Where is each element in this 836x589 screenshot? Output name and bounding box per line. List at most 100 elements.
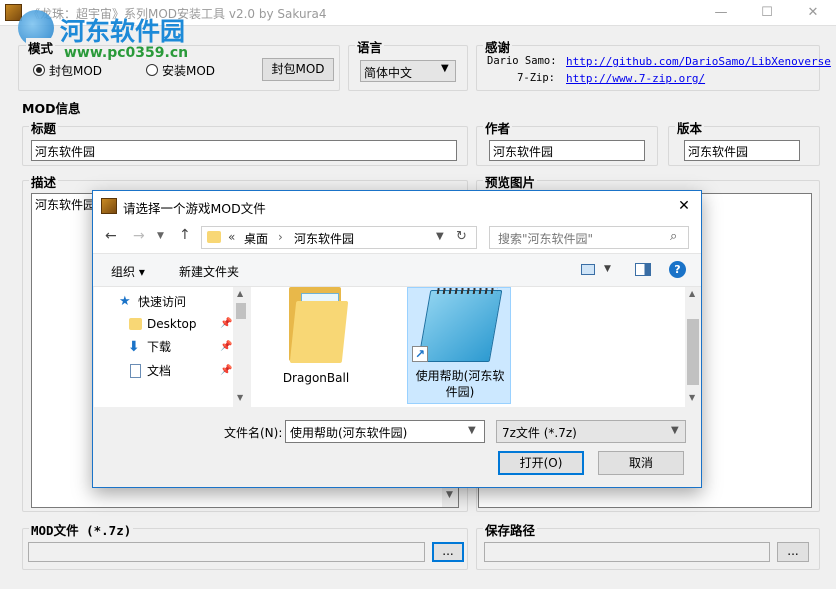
pack-mod-button[interactable]: 封包MOD (262, 58, 334, 81)
dialog-nav-bar: ← → ▼ ↑ « 桌面 › 河东软件园 ▼ ↻ 搜索"河东软件园" ⌕ (93, 221, 701, 253)
notepad-icon (417, 288, 503, 362)
radio-pack-mod-label: 封包MOD (49, 64, 103, 78)
dialog-close-button[interactable]: ✕ (665, 191, 703, 221)
author-label: 作者 (483, 118, 513, 137)
new-folder-button[interactable]: 新建文件夹 (179, 263, 239, 280)
view-chevron-icon[interactable]: ▼ (604, 264, 611, 274)
author-input[interactable]: 河东软件园 (489, 140, 645, 161)
file-item-shortcut[interactable]: ↗ 使用帮助(河东软件园) (407, 287, 511, 404)
credit-link-libxenoverse[interactable]: http://github.com/DarioSamo/LibXenoverse (566, 55, 831, 68)
save-path-browse-button[interactable]: ... (777, 542, 809, 562)
scroll-thumb[interactable] (236, 303, 246, 319)
credits-label: 感谢 (483, 37, 513, 56)
description-label: 描述 (29, 172, 59, 191)
forward-arrow-icon[interactable]: → (133, 228, 145, 244)
pin-icon: 📌 (220, 318, 233, 329)
chevron-down-icon[interactable]: ▼ (468, 425, 476, 436)
search-icon[interactable]: ⌕ (670, 229, 677, 244)
breadcrumb-prefix: « (228, 230, 236, 244)
preview-label: 预览图片 (483, 172, 538, 191)
scroll-down-icon: ▼ (689, 393, 696, 402)
file-list-pane: DragonBall ↗ 使用帮助(河东软件园) ▲ ▼ (251, 287, 701, 407)
radio-install-mod-label: 安装MOD (162, 64, 216, 78)
file-type-value: 7z文件 (*.7z) (502, 426, 577, 440)
address-chevron-icon[interactable]: ▼ (436, 231, 444, 242)
scroll-up-icon: ▲ (237, 289, 244, 298)
chevron-down-icon: ▼ (441, 63, 449, 74)
file-name: DragonBall (282, 371, 350, 385)
title-label: 标题 (29, 118, 59, 137)
scroll-down-icon: ▼ (237, 393, 244, 402)
document-icon (130, 364, 141, 378)
download-icon: ⬇ (128, 339, 140, 355)
navigation-pane: ★ 快速访问 Desktop 📌 ⬇ 下载 📌 文档 📌 图片 📌 ▲ ▼ (94, 287, 249, 407)
dialog-command-bar: 组织 ▾ 新建文件夹 ▼ ? (93, 253, 701, 287)
nav-item-label: 快速访问 (138, 295, 187, 309)
scroll-thumb[interactable] (687, 319, 699, 385)
title-input[interactable]: 河东软件园 (31, 140, 457, 161)
credit-link-7zip[interactable]: http://www.7-zip.org/ (566, 72, 705, 85)
dialog-title: 请选择一个游戏MOD文件 (123, 201, 266, 216)
mod-file-input[interactable] (28, 542, 425, 562)
file-type-select[interactable]: 7z文件 (*.7z) ▼ (496, 420, 686, 443)
version-input[interactable]: 河东软件园 (684, 140, 800, 161)
mod-file-browse-button[interactable]: ... (432, 542, 464, 562)
maximize-button[interactable]: ☐ (744, 0, 790, 26)
minimize-button[interactable]: — (698, 0, 744, 26)
breadcrumb-separator-icon: › (278, 230, 283, 244)
nav-item-label: 下载 (147, 340, 172, 354)
filename-value: 使用帮助(河东软件园) (290, 426, 408, 440)
dialog-app-icon (101, 198, 117, 214)
nav-item-label: Desktop (147, 317, 197, 331)
spiral-binding (436, 288, 498, 294)
filename-label: 文件名(N): (224, 426, 283, 440)
pin-icon: 📌 (220, 341, 233, 352)
mod-info-label: MOD信息 (22, 101, 81, 116)
save-path-input[interactable] (484, 542, 770, 562)
organize-button[interactable]: 组织 ▾ (111, 263, 145, 280)
language-select[interactable]: 简体中文 ▼ (360, 60, 456, 82)
nav-item-label: 文档 (147, 364, 172, 378)
version-label: 版本 (675, 118, 705, 137)
mode-label: 模式 (26, 38, 56, 57)
chevron-down-icon: ▼ (671, 425, 679, 436)
cancel-button[interactable]: 取消 (598, 451, 684, 475)
file-item-folder[interactable]: DragonBall (271, 287, 361, 403)
scroll-up-icon: ▲ (689, 289, 696, 298)
open-button[interactable]: 打开(O) (498, 451, 584, 475)
folder-icon (129, 318, 142, 330)
file-name: 使用帮助(河东软件园) (415, 369, 505, 399)
address-bar[interactable]: « 桌面 › 河东软件园 ▼ ↻ (201, 226, 477, 249)
close-button[interactable]: ✕ (790, 0, 836, 26)
up-arrow-icon[interactable]: ↑ (179, 227, 191, 243)
help-icon[interactable]: ? (669, 261, 686, 278)
shortcut-arrow-icon: ↗ (412, 346, 428, 362)
radio-install-mod[interactable] (146, 64, 158, 76)
scroll-down-icon: ▼ (446, 490, 453, 500)
breadcrumb-desktop[interactable]: 桌面 (244, 230, 268, 247)
nav-pane-scrollbar[interactable]: ▲ ▼ (233, 287, 249, 407)
pin-icon: 📌 (220, 365, 233, 376)
description-text: 河东软件园 (35, 198, 96, 212)
back-arrow-icon[interactable]: ← (105, 228, 117, 244)
search-placeholder: 搜索"河东软件园" (498, 232, 594, 246)
breadcrumb-current[interactable]: 河东软件园 (294, 230, 354, 247)
folder-icon (207, 231, 221, 243)
star-icon: ★ (119, 294, 131, 309)
search-input[interactable]: 搜索"河东软件园" ⌕ (489, 226, 689, 249)
preview-pane-icon[interactable] (635, 263, 651, 276)
language-select-value: 简体中文 (364, 66, 413, 80)
file-pane-scrollbar[interactable]: ▲ ▼ (685, 287, 701, 407)
filename-input[interactable]: 使用帮助(河东软件园) ▼ (285, 420, 485, 443)
mod-file-label: MOD文件 (*.7z) (29, 520, 134, 539)
folder-front-icon (289, 301, 349, 363)
save-path-label: 保存路径 (483, 520, 538, 539)
watermark-brand: 河东软件园 (60, 17, 186, 46)
file-open-dialog: 请选择一个游戏MOD文件 ✕ ← → ▼ ↑ « 桌面 › 河东软件园 ▼ ↻ … (92, 190, 702, 488)
radio-pack-mod[interactable] (33, 64, 45, 76)
recent-chevron-icon[interactable]: ▼ (157, 231, 164, 241)
view-options-icon[interactable] (581, 264, 595, 275)
credit-name-7zip: 7-Zip: (517, 72, 555, 84)
refresh-icon[interactable]: ↻ (456, 229, 467, 244)
credit-name-dario: Dario Samo: (487, 55, 557, 67)
